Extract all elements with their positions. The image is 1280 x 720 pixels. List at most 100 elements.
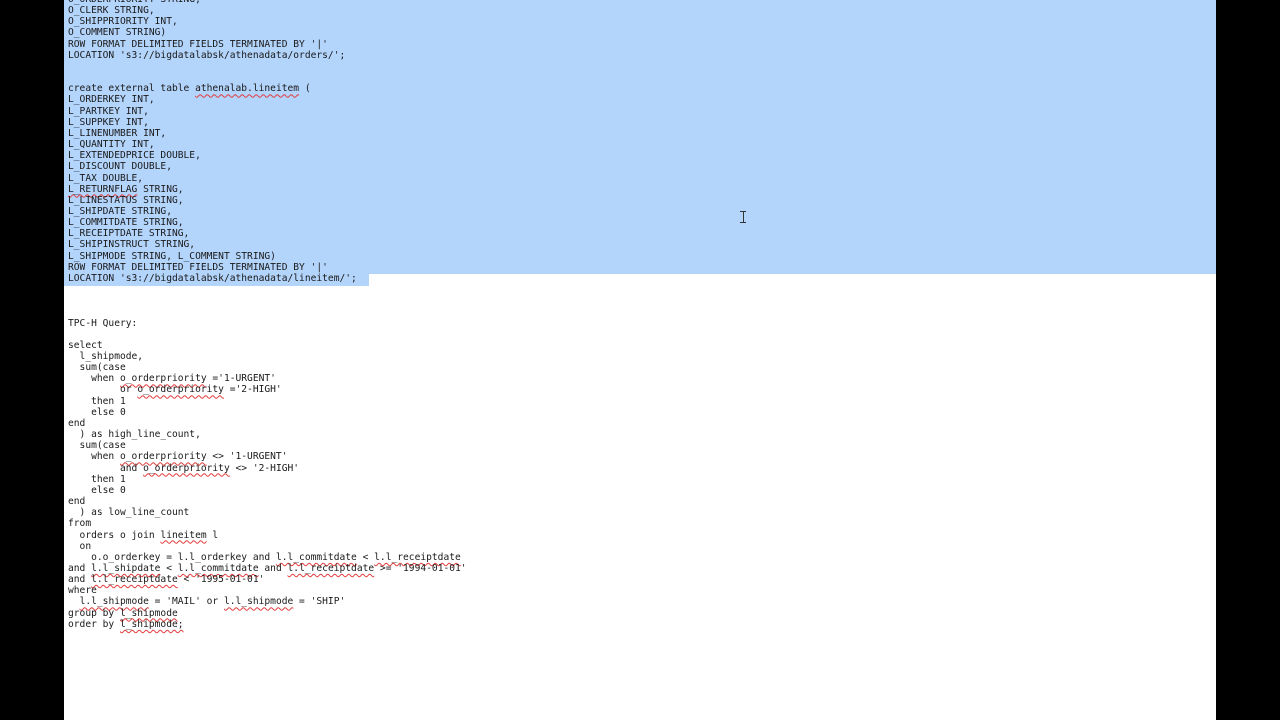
code-line: then 1: [68, 396, 467, 407]
code-text: LOCATION 's3://bigdatalabsk/athenadata/l…: [68, 272, 357, 284]
code-text: end: [68, 417, 86, 429]
code-text: L_TAX DOUBLE,: [68, 172, 144, 184]
code-line: LOCATION 's3://bigdatalabsk/athenadata/o…: [68, 50, 467, 61]
code-text: and: [68, 574, 92, 586]
code-text: o.o_orderkey = l.l_orderkey and: [68, 551, 276, 563]
code-text: where: [68, 585, 97, 597]
misspelled-word: l.l_commitdate: [177, 562, 259, 574]
code-text: on: [68, 540, 92, 552]
code-text: L_EXTENDEDPRICE DOUBLE,: [68, 150, 201, 162]
misspelled-word: l.l_commitdate: [275, 551, 357, 563]
misspelled-word: o_orderpriority: [143, 462, 230, 474]
code-line: then 1: [68, 474, 467, 485]
document-page: O_ORDERPRIORITY STRING,O_CLERK STRING,O_…: [64, 0, 1216, 720]
code-line: L_LINESTATUS STRING,: [68, 195, 467, 206]
code-text: L_QUANTITY INT,: [68, 139, 155, 151]
code-text: LOCATION 's3://bigdatalabsk/athenadata/o…: [68, 49, 346, 61]
code-line: from: [68, 518, 467, 529]
code-text: O_CLERK STRING,: [68, 5, 155, 17]
misspelled-word: l.l_receiptdate: [287, 562, 375, 574]
code-line: and o_orderpriority <> '2-HIGH': [68, 463, 467, 474]
code-text: L_LINESTATUS STRING,: [68, 194, 184, 206]
code-line: LOCATION 's3://bigdatalabsk/athenadata/l…: [68, 273, 467, 284]
code-line: O_CLERK STRING,: [68, 5, 467, 16]
code-text: ) as low_line_count: [68, 507, 190, 519]
code-text: select: [68, 339, 103, 351]
code-line: L_COMMITDATE STRING,: [68, 217, 467, 228]
code-line: L_DISCOUNT DOUBLE,: [68, 161, 467, 172]
code-text: L_COMMITDATE STRING,: [68, 217, 184, 229]
misspelled-word: l.l_shipmode: [223, 596, 294, 608]
code-text: orders o join: [68, 529, 161, 541]
code-text: and: [258, 562, 288, 574]
code-line: TPC-H Query:: [68, 318, 467, 329]
code-text: = 'SHIP': [293, 596, 346, 608]
misspelled-word: l.l_shipdate: [91, 562, 161, 574]
code-text: L_RECEIPTDATE STRING,: [68, 228, 190, 240]
code-text: L_SHIPMODE STRING, L_COMMENT STRING): [68, 250, 276, 262]
code-text: create external table: [68, 83, 196, 95]
code-text: L_LINENUMBER INT,: [68, 127, 167, 139]
code-text: sum(case: [68, 440, 126, 452]
code-text: group by: [68, 607, 120, 619]
code-text: ='1-URGENT': [206, 373, 276, 385]
code-line: else 0: [68, 485, 467, 496]
code-text: end: [68, 496, 86, 508]
code-text: ROW FORMAT DELIMITED FIELDS TERMINATED B…: [68, 261, 328, 273]
code-text: <> '1-URGENT': [206, 451, 288, 463]
misspelled-word: lineitem: [160, 529, 207, 541]
code-text: L_SHIPINSTRUCT STRING,: [68, 239, 196, 251]
code-text: L_ORDERKEY INT,: [68, 94, 155, 106]
code-text: = 'MAIL' or: [148, 596, 224, 608]
code-text: <> '2-HIGH': [229, 462, 300, 474]
code-line: L_ORDERKEY INT,: [68, 94, 467, 105]
code-text: when: [68, 373, 120, 385]
code-line: or o_orderpriority ='2-HIGH': [68, 384, 467, 395]
code-text: ROW FORMAT DELIMITED FIELDS TERMINATED B…: [68, 38, 328, 50]
code-line: L_SHIPMODE STRING, L_COMMENT STRING): [68, 251, 467, 262]
code-line: create external table athenalab.lineitem…: [68, 83, 467, 94]
code-text: from: [68, 518, 92, 530]
misspelled-word: athenalab.lineitem: [195, 83, 300, 95]
code-text: and: [68, 462, 144, 474]
code-text: and: [68, 562, 92, 574]
code-text: >= '1994-01-01': [374, 562, 467, 574]
code-line: and l.l_receiptdate < '1995-01-01': [68, 574, 467, 585]
code-text: else 0: [68, 406, 126, 418]
code-text: L_DISCOUNT DOUBLE,: [68, 161, 172, 173]
misspelled-word: o_orderpriority: [119, 373, 207, 385]
code-text: then 1: [68, 473, 126, 485]
code-text: STRING,: [137, 183, 184, 195]
text-editor[interactable]: O_ORDERPRIORITY STRING,O_CLERK STRING,O_…: [68, 0, 467, 630]
code-line: O_SHIPPRIORITY INT,: [68, 16, 467, 27]
code-text: order by: [68, 618, 120, 630]
code-line: ) as low_line_count: [68, 507, 467, 518]
code-line: L_PARTKEY INT,: [68, 106, 467, 117]
code-text: TPC-H Query:: [68, 317, 138, 329]
code-line: ROW FORMAT DELIMITED FIELDS TERMINATED B…: [68, 39, 467, 50]
code-line: group by l_shipmode: [68, 608, 467, 619]
code-line: O_COMMENT STRING): [68, 27, 467, 38]
code-line: end: [68, 496, 467, 507]
code-line: order by l_shipmode;: [68, 619, 467, 630]
code-text: sum(case: [68, 362, 126, 374]
code-line: orders o join lineitem l: [68, 530, 467, 541]
code-text: O_SHIPPRIORITY INT,: [68, 16, 178, 28]
code-line: L_LINENUMBER INT,: [68, 128, 467, 139]
code-text: ='2-HIGH': [223, 384, 282, 396]
code-line: else 0: [68, 407, 467, 418]
code-text: L_SHIPDATE STRING,: [68, 205, 172, 217]
misspelled-word: l.l_receiptdate: [91, 574, 178, 586]
misspelled-word: l_shipmode;: [119, 618, 184, 630]
code-text: L_SUPPKEY INT,: [68, 116, 149, 128]
code-line: L_SUPPKEY INT,: [68, 117, 467, 128]
code-line: sum(case: [68, 362, 467, 373]
code-text: <: [160, 562, 178, 574]
code-text: l_shipmode,: [68, 351, 144, 362]
